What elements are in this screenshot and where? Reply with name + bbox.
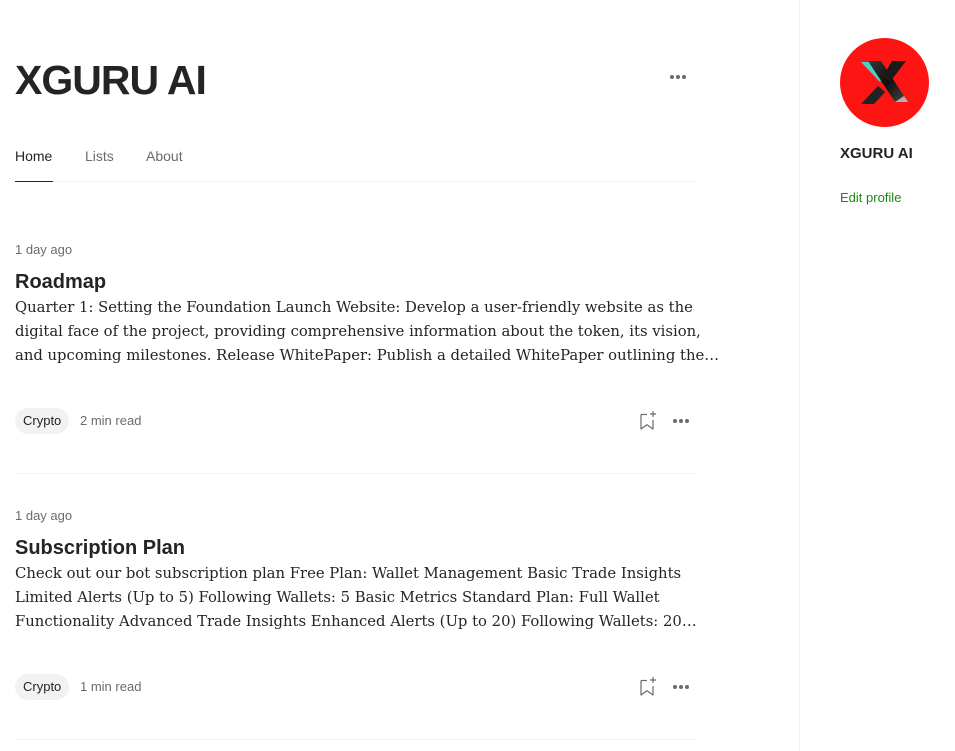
avatar[interactable] — [840, 38, 929, 127]
bookmark-button[interactable] — [636, 408, 660, 432]
active-tab-indicator — [15, 181, 53, 182]
article-more-button[interactable] — [668, 410, 694, 432]
article-title[interactable]: Roadmap — [15, 269, 106, 295]
tab-about[interactable]: About — [146, 148, 183, 164]
article-card: 1 day ago Subscription Plan Check out ou… — [15, 508, 697, 751]
excerpt-line: Limited Alerts (Up to 5) Following Walle… — [15, 589, 660, 606]
bookmark-button[interactable] — [636, 674, 660, 698]
article-read-time: 2 min read — [80, 413, 142, 428]
article-more-button[interactable] — [668, 676, 694, 698]
main-column: XGURU AI Home Lists About 1 day ago Road… — [15, 0, 720, 751]
more-horizontal-icon — [673, 419, 689, 423]
article-divider — [15, 473, 696, 474]
profile-name[interactable]: XGURU AI — [840, 145, 913, 163]
tab-home[interactable]: Home — [15, 148, 52, 164]
excerpt-line: and upcoming milestones. Release WhitePa… — [15, 347, 720, 364]
tab-lists[interactable]: Lists — [85, 148, 114, 164]
article-card: 1 day ago Roadmap Quarter 1: Setting the… — [15, 242, 720, 508]
more-horizontal-icon — [670, 75, 686, 79]
excerpt-line: Check out our bot subscription plan Free… — [15, 565, 682, 582]
article-excerpt[interactable]: Quarter 1: Setting the Foundation Launch… — [15, 296, 720, 368]
publication-tabs: Home Lists About — [15, 140, 696, 182]
more-horizontal-icon — [673, 685, 689, 689]
excerpt-line: digital face of the project, providing c… — [15, 323, 701, 340]
xguru-logo-icon — [861, 61, 908, 104]
bookmark-add-icon — [640, 677, 656, 696]
publication-title: XGURU AI — [15, 57, 207, 103]
article-date: 1 day ago — [15, 242, 73, 257]
excerpt-line: Quarter 1: Setting the Foundation Launch… — [15, 299, 693, 316]
profile-sidebar: XGURU AI Edit profile — [799, 0, 955, 751]
publication-more-button[interactable] — [665, 66, 691, 88]
article-tag[interactable]: Crypto — [15, 408, 70, 434]
edit-profile-link[interactable]: Edit profile — [840, 190, 901, 206]
article-excerpt[interactable]: Check out our bot subscription plan Free… — [15, 562, 697, 634]
article-date: 1 day ago — [15, 508, 73, 523]
article-read-time: 1 min read — [80, 679, 142, 694]
bookmark-add-icon — [640, 411, 656, 430]
article-divider — [15, 739, 696, 740]
article-tag[interactable]: Crypto — [15, 674, 70, 700]
excerpt-line: Functionality Advanced Trade Insights En… — [15, 613, 697, 630]
article-title[interactable]: Subscription Plan — [15, 535, 185, 561]
